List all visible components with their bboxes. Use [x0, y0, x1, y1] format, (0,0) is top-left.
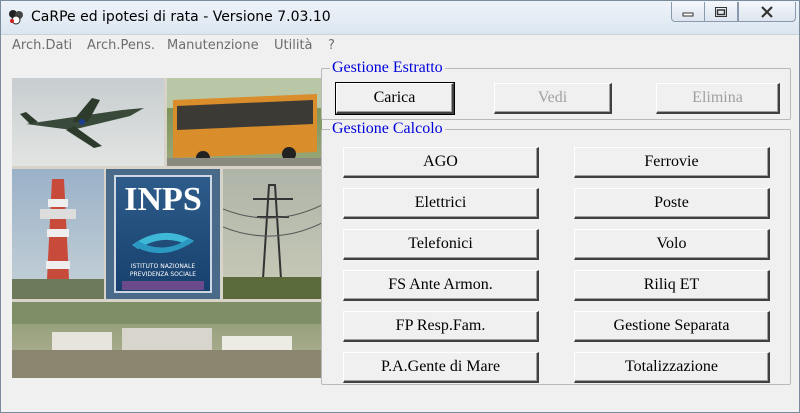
menu-help[interactable]: ?	[328, 38, 335, 53]
fs-ante-armon-button[interactable]: FS Ante Armon.	[343, 270, 539, 301]
poste-button[interactable]: Poste	[574, 188, 770, 219]
buildings-icon	[12, 302, 322, 378]
landscape-photo	[12, 302, 322, 378]
maximize-button[interactable]	[704, 2, 738, 22]
app-icon	[9, 10, 23, 25]
volo-button[interactable]: Volo	[574, 229, 770, 260]
jet-icon	[20, 98, 144, 148]
pylon-icon	[223, 184, 322, 299]
gestione-separata-button[interactable]: Gestione Separata	[574, 311, 770, 342]
vedi-button[interactable]: Vedi	[494, 83, 612, 114]
elimina-button[interactable]: Elimina	[656, 83, 780, 114]
fp-resp-fam-button[interactable]: FP Resp.Fam.	[343, 311, 539, 342]
carica-button[interactable]: Carica	[335, 82, 455, 115]
main-content: INPS ISTITUTO NAZIONALE PREVIDENZA SOCIA…	[7, 58, 795, 408]
ferrovie-button[interactable]: Ferrovie	[574, 147, 770, 178]
inps-logo: INPS ISTITUTO NAZIONALE PREVIDENZA SOCIA…	[106, 169, 220, 299]
inps-logo-line2: PREVIDENZA SOCIALE	[129, 271, 197, 278]
elettrici-button[interactable]: Elettrici	[343, 188, 539, 219]
totalizzazione-button[interactable]: Totalizzazione	[574, 352, 770, 383]
menu-arch-pens[interactable]: Arch.Pens.	[87, 38, 155, 53]
group-calcolo-legend: Gestione Calcolo	[330, 120, 445, 138]
bus-photo	[167, 78, 322, 166]
bus-icon	[167, 78, 322, 166]
menu-bar: Arch.Dati Arch.Pens. Manutenzione Utilit…	[1, 35, 799, 57]
antenna-icon	[12, 179, 104, 299]
inps-logo-text: INPS	[124, 181, 202, 218]
minimize-icon	[682, 12, 694, 16]
ago-button[interactable]: AGO	[343, 147, 539, 178]
group-estratto-legend: Gestione Estratto	[330, 59, 445, 77]
maximize-icon	[715, 6, 727, 17]
group-gestione-calcolo: Gestione Calcolo AGO Elettrici Telefonic…	[321, 120, 791, 385]
menu-manutenzione[interactable]: Manutenzione	[167, 38, 259, 53]
close-button[interactable]	[738, 2, 796, 22]
riliq-et-button[interactable]: Riliq ET	[574, 270, 770, 301]
app-window: CaRPe ed ipotesi di rata - Versione 7.03…	[0, 0, 800, 413]
inps-swirl-icon	[132, 232, 194, 254]
jet-photo	[12, 78, 164, 166]
title-bar[interactable]: CaRPe ed ipotesi di rata - Versione 7.03…	[1, 1, 799, 35]
photo-collage: INPS ISTITUTO NAZIONALE PREVIDENZA SOCIA…	[12, 78, 322, 378]
close-icon	[761, 5, 773, 18]
telefonici-button[interactable]: Telefonici	[343, 229, 539, 260]
menu-utilita[interactable]: Utilità	[274, 38, 313, 53]
inps-logo-line1: ISTITUTO NAZIONALE	[130, 263, 196, 270]
window-title: CaRPe ed ipotesi di rata - Versione 7.03…	[31, 9, 331, 25]
powerline-photo	[223, 169, 322, 299]
group-gestione-estratto: Gestione Estratto Carica Vedi Elimina	[321, 59, 791, 120]
tower-photo	[12, 169, 104, 299]
menu-arch-dati[interactable]: Arch.Dati	[12, 38, 72, 53]
pa-gente-di-mare-button[interactable]: P.A.Gente di Mare	[343, 352, 539, 383]
minimize-button[interactable]	[671, 2, 705, 22]
